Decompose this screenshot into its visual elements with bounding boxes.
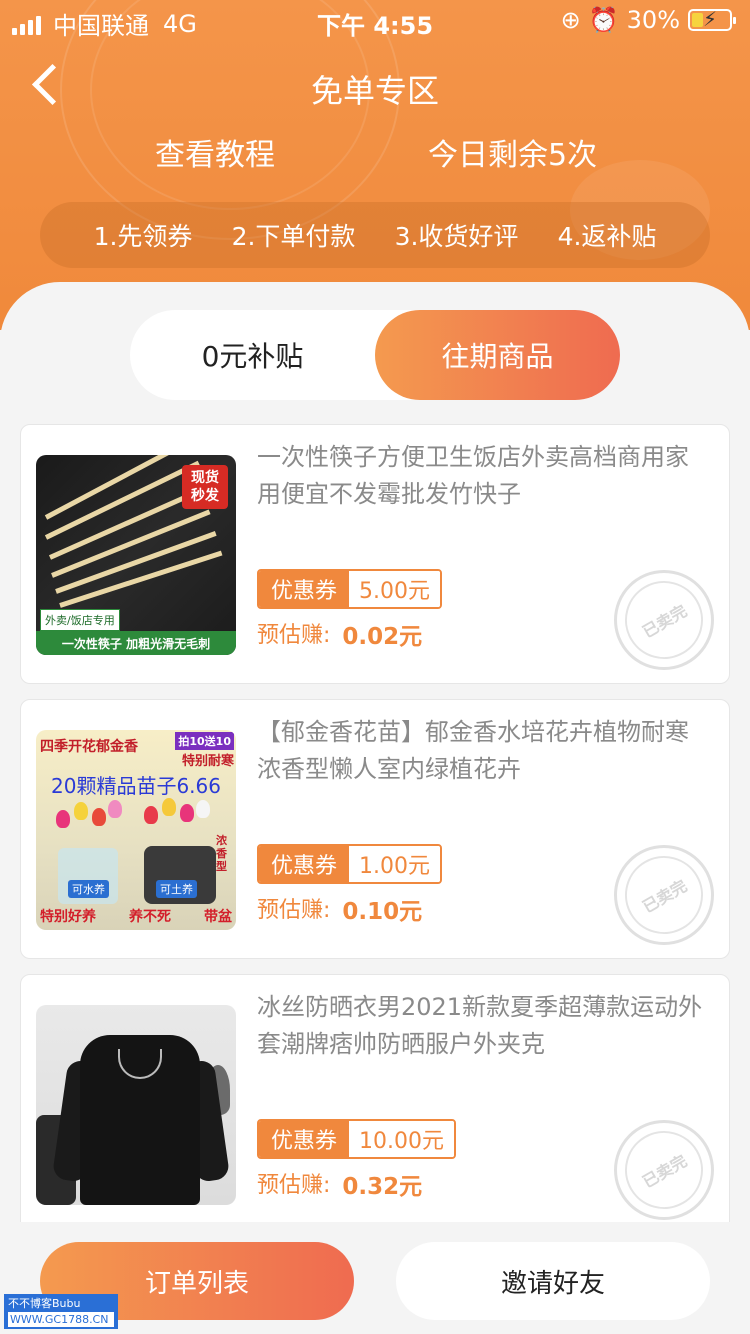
- product-image[interactable]: 现货 秒发 外卖/饭店专用 一次性筷子 加粗光滑无毛刺: [36, 455, 236, 655]
- image-text: 20颗精品苗子6.66: [51, 774, 221, 798]
- product-card[interactable]: 四季开花郁金香 拍10送10 特别耐寒 20颗精品苗子6.66 可水养 可土养 …: [20, 699, 730, 959]
- image-text: 浓香型: [216, 834, 227, 873]
- header-links: 查看教程 今日剩余5次: [0, 130, 750, 174]
- image-text: 拍10送10: [175, 732, 234, 750]
- steps-bar: 1.先领券 2.下单付款 3.收货好评 4.返补贴: [40, 202, 710, 268]
- step-item: 3.收货好评: [394, 222, 519, 251]
- coupon-label: 优惠券: [259, 846, 350, 882]
- earn-label: 预估赚:: [257, 1173, 331, 1198]
- watermark: 不不博客Bubu WWW.GC1788.CN: [4, 1294, 118, 1329]
- coupon-badge: 优惠券 10.00元: [257, 1119, 456, 1159]
- image-text: 四季开花郁金香: [40, 739, 138, 755]
- product-title[interactable]: 冰丝防晒衣男2021新款夏季超薄款运动外套潮牌痞帅防晒服户外夹克: [257, 989, 707, 1063]
- image-badge: 外卖/饭店专用: [40, 609, 120, 631]
- watermark-line: 不不博客Bubu: [8, 1297, 81, 1310]
- product-title[interactable]: 一次性筷子方便卫生饭店外卖高档商用家用便宜不发霉批发竹快子: [257, 439, 707, 513]
- image-banner: 一次性筷子 加粗光滑无毛刺: [36, 631, 236, 655]
- sold-out-stamp: 已卖完: [610, 566, 718, 674]
- nav-bar: 免单专区: [0, 56, 750, 116]
- product-image[interactable]: [36, 1005, 236, 1205]
- image-label: 可土养: [156, 880, 197, 898]
- invite-friends-button[interactable]: 邀请好友: [396, 1242, 710, 1320]
- tutorial-link[interactable]: 查看教程: [155, 130, 275, 174]
- battery-icon: ⚡: [688, 7, 736, 31]
- earn-value: 0.02元: [342, 624, 423, 650]
- estimated-earn: 预估赚: 0.32元: [257, 1167, 422, 1201]
- earn-value: 0.10元: [342, 899, 423, 925]
- coupon-badge: 优惠券 1.00元: [257, 844, 443, 884]
- coupon-value: 1.00元: [349, 846, 441, 882]
- coupon-value: 5.00元: [349, 571, 441, 607]
- status-bar: 中国联通 4G 下午 4:55 ⊕ ⏰ 30% ⚡: [0, 0, 750, 40]
- battery-percent: 30%: [626, 6, 680, 34]
- stamp-text: 已卖完: [610, 1116, 718, 1224]
- step-item: 1.先领券: [93, 222, 193, 251]
- tab-switcher: 0元补贴 往期商品: [130, 310, 620, 400]
- earn-value: 0.32元: [342, 1174, 423, 1200]
- tab-zero-subsidy[interactable]: 0元补贴: [130, 310, 375, 400]
- earn-label: 预估赚:: [257, 898, 331, 923]
- alarm-icon: ⏰: [588, 6, 619, 34]
- image-text: 养不死: [129, 909, 171, 925]
- stamp-text: 已卖完: [610, 566, 718, 674]
- estimated-earn: 预估赚: 0.02元: [257, 617, 422, 651]
- sold-out-stamp: 已卖完: [610, 1116, 718, 1224]
- image-text: 带盆: [204, 909, 232, 925]
- watermark-line: WWW.GC1788.CN: [8, 1312, 114, 1327]
- estimated-earn: 预估赚: 0.10元: [257, 892, 422, 926]
- product-card[interactable]: 冰丝防晒衣男2021新款夏季超薄款运动外套潮牌痞帅防晒服户外夹克 优惠券 10.…: [20, 974, 730, 1234]
- orientation-lock-icon: ⊕: [560, 6, 581, 34]
- coupon-label: 优惠券: [259, 1121, 350, 1157]
- step-item: 4.返补贴: [557, 222, 657, 251]
- remaining-count: 今日剩余5次: [428, 138, 598, 173]
- sold-out-stamp: 已卖完: [610, 841, 718, 949]
- product-title[interactable]: 【郁金香花苗】郁金香水培花卉植物耐寒浓香型懒人室内绿植花卉: [257, 714, 707, 788]
- product-card[interactable]: 现货 秒发 外卖/饭店专用 一次性筷子 加粗光滑无毛刺 一次性筷子方便卫生饭店外…: [20, 424, 730, 684]
- image-text: 特别好养: [40, 909, 96, 925]
- image-tag: 现货 秒发: [182, 465, 228, 509]
- coupon-value: 10.00元: [349, 1121, 454, 1157]
- coupon-label: 优惠券: [259, 571, 350, 607]
- page-title: 免单专区: [310, 72, 439, 110]
- step-item: 2.下单付款: [231, 222, 356, 251]
- earn-label: 预估赚:: [257, 623, 331, 648]
- product-image[interactable]: 四季开花郁金香 拍10送10 特别耐寒 20颗精品苗子6.66 可水养 可土养 …: [36, 730, 236, 930]
- image-text: 特别耐寒: [181, 754, 234, 769]
- coupon-badge: 优惠券 5.00元: [257, 569, 443, 609]
- tab-past-products[interactable]: 往期商品: [375, 310, 620, 400]
- image-label: 可水养: [68, 880, 109, 898]
- stamp-text: 已卖完: [610, 841, 718, 949]
